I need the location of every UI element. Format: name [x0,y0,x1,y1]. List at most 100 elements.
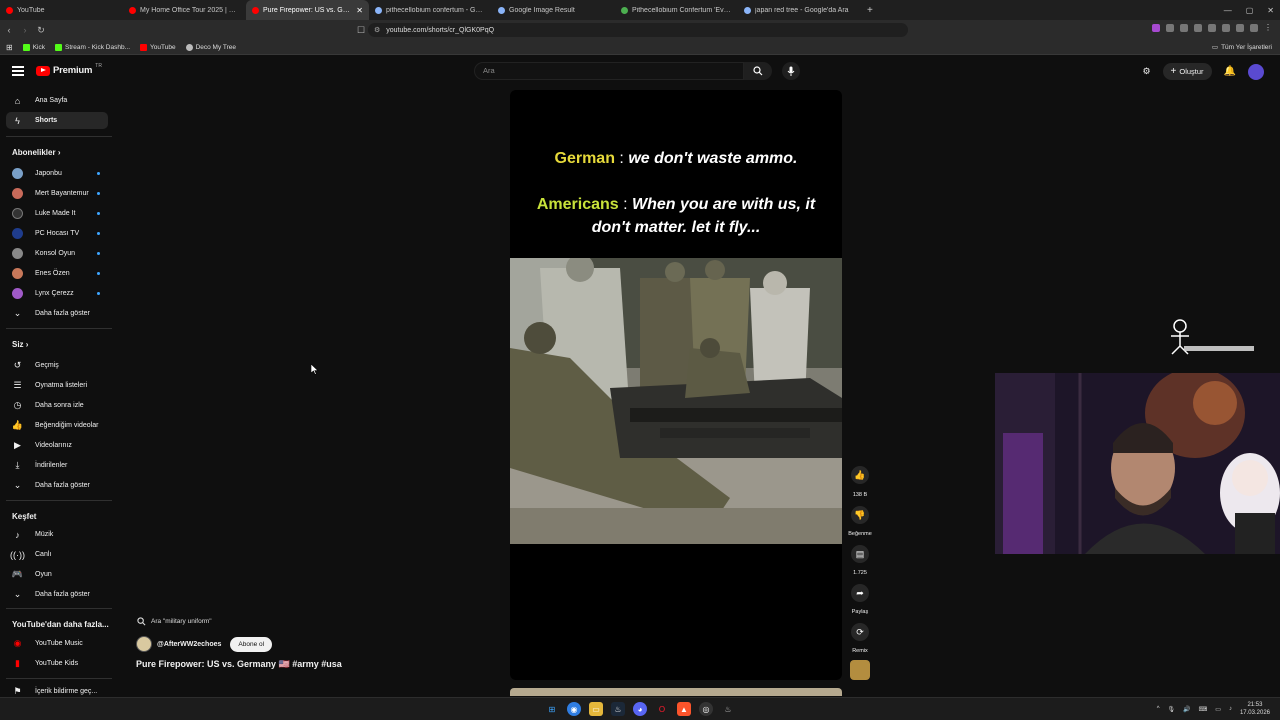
all-bookmarks[interactable]: ▭ Tüm Yer İşaretleri [1212,43,1272,52]
sidebar-item-playlists[interactable]: ☰ Oynatma listeleri [6,377,108,394]
account-avatar[interactable] [1248,63,1264,80]
youtube-kids-icon: ▮ [15,658,20,668]
language-icon[interactable]: ⌨ [1199,706,1208,713]
forward-icon[interactable]: › [18,25,32,35]
sidebar-item-watch-later[interactable]: ◷ Daha sonra izle [6,397,108,414]
sidebar-item-live[interactable]: ((·)) Canlı [6,546,108,563]
speaker-icon[interactable]: 🔊 [1183,706,1190,713]
chevron-up-icon[interactable]: ^ [1157,706,1160,712]
sidebar-item-label: Japonbu [35,170,62,177]
voice-search-button[interactable] [782,62,800,80]
sidebar-item-history[interactable]: ↺ Geçmiş [6,357,108,374]
minimize-icon[interactable]: — [1224,6,1232,15]
comments-button[interactable]: ▤ [851,545,869,563]
create-button[interactable]: + Oluştur [1162,63,1212,80]
new-content-dot [97,212,100,215]
sidebar-item-channel[interactable]: Lynx Çerezz [6,285,108,302]
search-button[interactable] [744,62,772,80]
hamburger-menu-icon[interactable] [12,66,24,76]
app-icon[interactable]: ♨ [721,702,735,716]
maximize-icon[interactable]: ▢ [1246,6,1254,15]
url-bar[interactable]: ⚙ youtube.com/shorts/cr_QlGK0PqQ [368,23,908,37]
extension-icon[interactable] [1208,23,1216,32]
browser-tab-active[interactable]: Pure Firepower: US vs. Germ... ✕ [246,0,369,20]
sidebar-item-channel[interactable]: Japonbu [6,165,108,182]
browser-tab[interactable]: My Home Office Tour 2025 | Content [123,0,246,20]
sidebar-item-channel[interactable]: Mert Bayantemur [6,185,108,202]
divider [6,328,112,329]
sidebar-item-channel[interactable]: Luke Made It [6,205,108,222]
related-search-chip[interactable]: Ara "military uniform" [137,617,212,626]
you-header[interactable]: Siz › [12,340,28,349]
brave-icon[interactable]: ▲ [677,702,691,716]
reload-icon[interactable]: ↻ [34,25,48,36]
bookmark-item[interactable]: Kick [22,43,45,51]
sidebar-item-channel[interactable]: PC Hocası TV [6,225,108,242]
subscriptions-header[interactable]: Abonelikler › [12,148,60,157]
bookmark-item[interactable]: Stream - Kick Dashb... [54,43,130,51]
dislike-button[interactable]: 👎 [851,506,869,524]
sidebar-item-channel[interactable]: Enes Özen [6,265,108,282]
discord-icon[interactable]: ◕ [633,702,647,716]
clock[interactable]: 21:53 17.03.2026 [1240,701,1270,717]
sidebar-item-show-more[interactable]: ⌄ Daha fazla göster [6,305,108,322]
sidebar-item-home[interactable]: ⌂ Ana Sayfa [6,92,108,109]
browser-tab[interactable]: japan red tree - Google'da Ara [738,0,861,20]
browser-tab[interactable]: Google Image Result [492,0,615,20]
steam-icon[interactable]: ♨ [611,702,625,716]
sidebar-item-downloads[interactable]: ⤓ İndirilenler [6,457,108,474]
close-tab-icon[interactable]: ✕ [356,6,363,15]
sidebar-item-channel[interactable]: Konsol Oyun [6,245,108,262]
extension-icon[interactable] [1222,23,1230,32]
remix-button[interactable]: ⟳ [851,623,869,641]
file-explorer-icon[interactable]: ▭ [589,702,603,716]
sidebar-item-your-videos[interactable]: ▶ Videolarınız [6,437,108,454]
search-input[interactable]: Ara [474,62,744,80]
extension-icon[interactable] [1180,23,1188,32]
next-short-preview[interactable] [510,688,842,696]
microphone-icon[interactable]: 🎙 [1168,706,1176,713]
extension-icon[interactable] [1152,23,1160,32]
youtube-logo[interactable]: Premium TR [36,63,102,76]
sidebar-item-youtube-music[interactable]: ◉ YouTube Music [6,635,108,652]
channel-avatar[interactable] [136,636,152,652]
obs-icon[interactable]: ◎ [699,702,713,716]
browser-tab[interactable]: Pithecellobium Confertum 'Everfresh' [615,0,738,20]
back-icon[interactable]: ‹ [2,25,16,35]
shorts-player[interactable]: German : we don't waste ammo. Americans … [510,90,842,680]
subscribe-button[interactable]: Abone ol [230,636,273,652]
sidebar-item-show-more[interactable]: ⌄ Daha fazla göster [6,586,108,603]
extension-icon[interactable] [1194,23,1202,32]
chrome-icon[interactable]: ◉ [567,702,581,716]
browser-tab[interactable]: YouTube [0,0,123,20]
share-button[interactable]: ➦ [851,584,869,602]
sidebar-item-shorts[interactable]: ϟ Shorts [6,112,108,129]
menu-dots-icon[interactable]: ⋮ [1264,23,1272,32]
network-icon[interactable]: ▭ [1215,706,1221,713]
bookmark-star-icon[interactable]: ☐ [354,25,368,36]
sidebar-item-youtube-kids[interactable]: ▮ YouTube Kids [6,655,108,672]
site-info-icon[interactable]: ⚙ [374,26,380,34]
like-button[interactable]: 👍 [851,466,869,484]
sidebar-item-gaming[interactable]: 🎮 Oyun [6,566,108,583]
sidebar-item-show-more[interactable]: ⌄ Daha fazla göster [6,477,108,494]
sound-thumbnail[interactable] [850,660,870,680]
extension-icon[interactable] [1250,23,1258,32]
windows-start-icon[interactable]: ⊞ [545,702,559,716]
new-tab-icon[interactable]: + [861,5,879,16]
sidebar-item-music[interactable]: ♪ Müzik [6,526,108,543]
cast-icon[interactable]: ⚙ [1142,66,1150,77]
bookmark-item[interactable]: Deco My Tree [185,43,236,51]
extension-icon[interactable] [1166,23,1174,32]
sidebar-item-report[interactable]: ⚑ İçerik bildirme geç... [6,686,108,696]
extension-icon[interactable] [1236,23,1244,32]
apps-grid-icon[interactable]: ⊞ [6,43,13,52]
volume-icon[interactable]: ♪ [1229,706,1232,712]
notifications-bell-icon[interactable]: 🔔 [1224,66,1236,77]
opera-icon[interactable]: O [655,702,669,716]
close-window-icon[interactable]: ✕ [1267,6,1274,15]
sidebar-item-liked[interactable]: 👍 Beğendiğim videolar [6,417,108,434]
browser-tab[interactable]: pithecellobium confertum - Google [369,0,492,20]
channel-name[interactable]: @AfterWW2echoes [157,641,221,648]
bookmark-item[interactable]: YouTube [140,43,176,51]
